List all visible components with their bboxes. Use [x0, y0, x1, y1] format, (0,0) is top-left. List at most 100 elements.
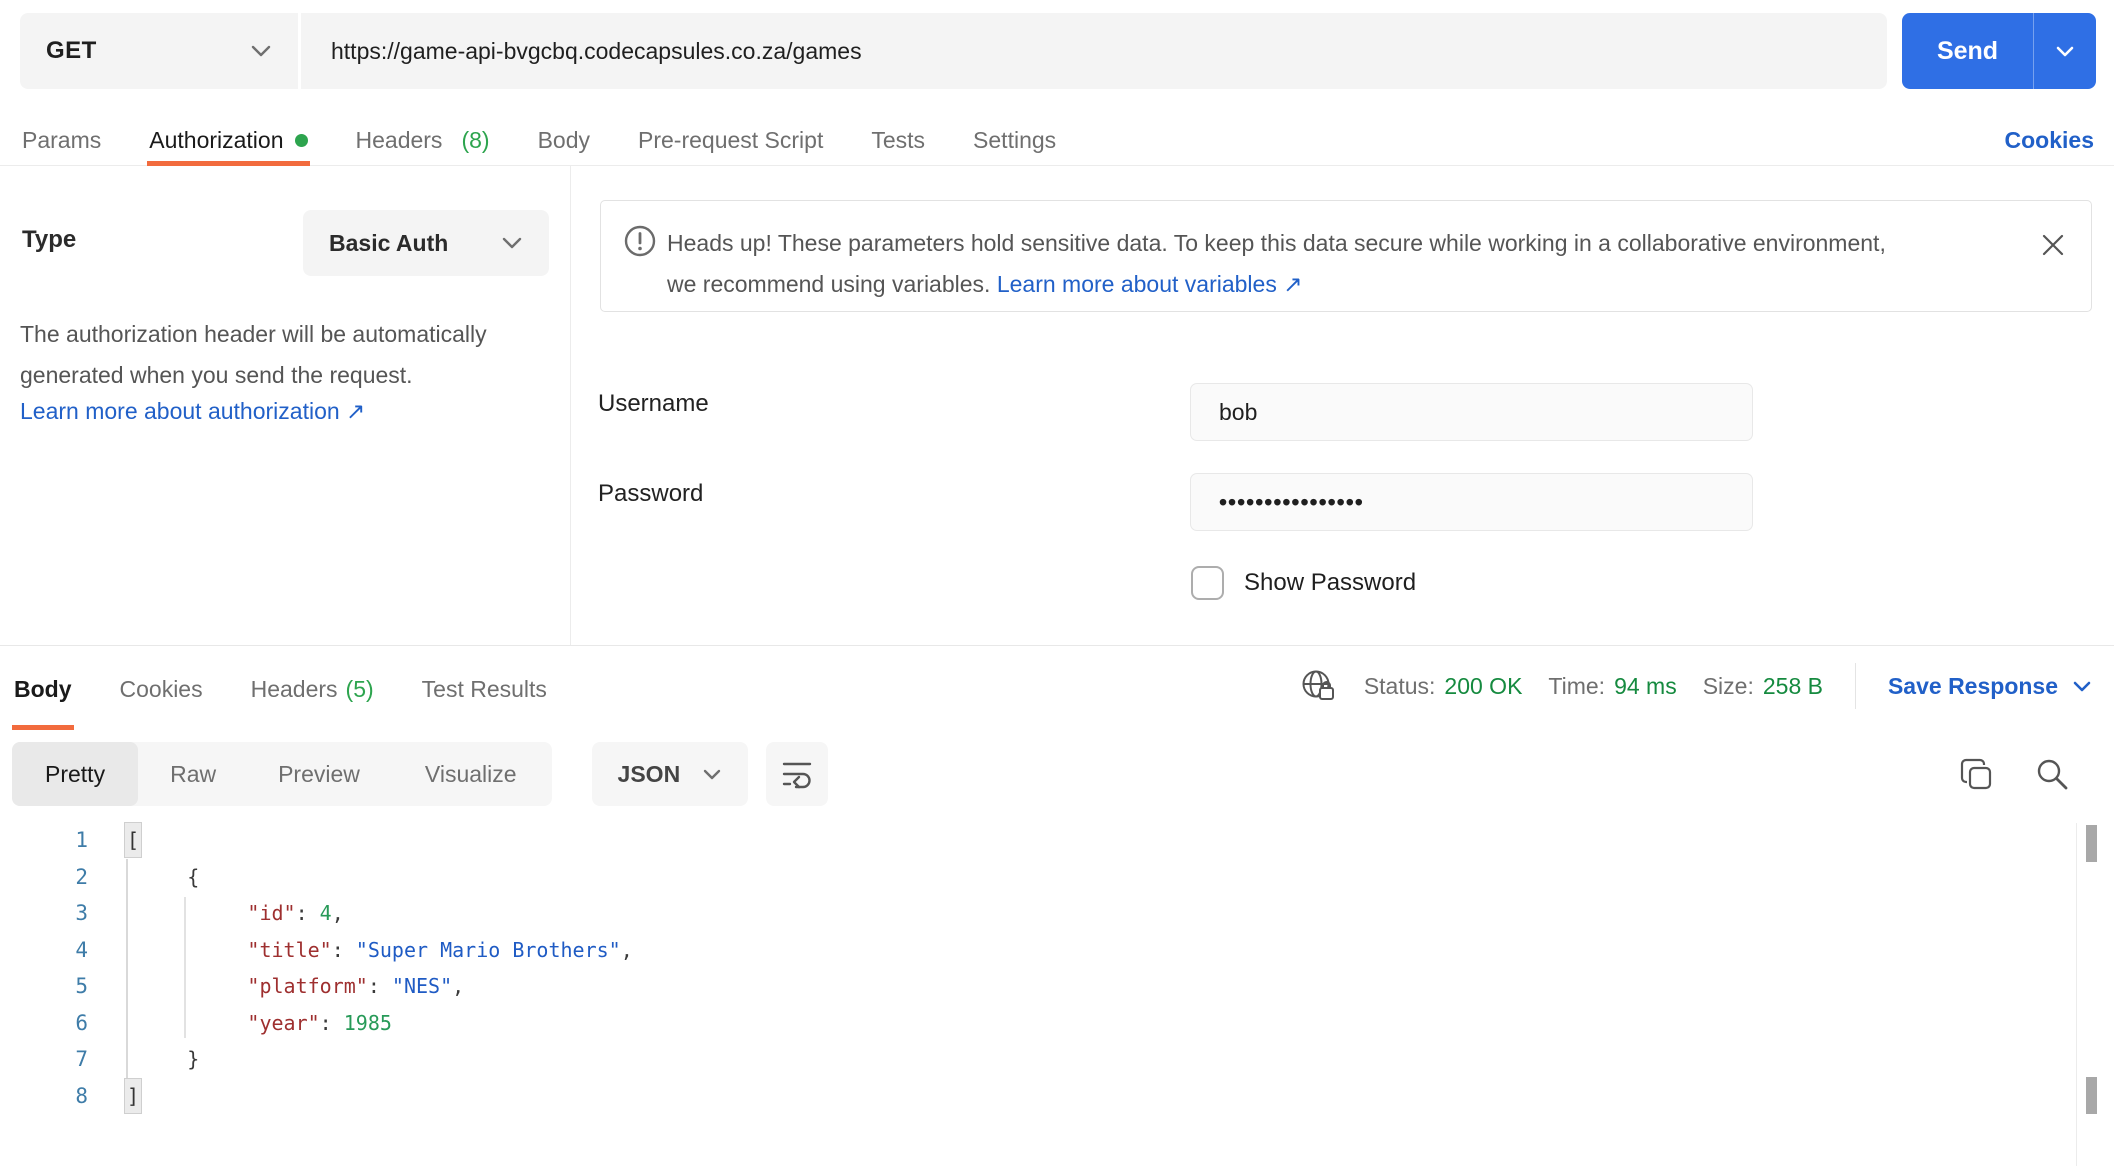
status-value: 200 OK — [1444, 672, 1523, 699]
auth-type-select[interactable]: Basic Auth — [303, 210, 549, 276]
code-line-content: "title": "Super Mario Brothers", — [127, 937, 633, 962]
send-options-button[interactable] — [2034, 13, 2096, 89]
warning-line2: we recommend using variables. — [667, 271, 997, 297]
code-line-content: "platform": "NES", — [127, 974, 465, 999]
tab-label: Authorization — [149, 126, 284, 153]
url-bar: GET https://game-api-bvgcbq.codecapsules… — [20, 13, 1887, 89]
tab-headers[interactable]: Headers (8) — [354, 115, 492, 165]
tab-body[interactable]: Body — [536, 115, 592, 165]
send-button-group: Send — [1902, 13, 2096, 89]
chevron-down-icon — [250, 44, 272, 58]
line-number: 4 — [75, 937, 88, 962]
view-mode-raw[interactable]: Raw — [138, 742, 248, 806]
tab-label: Cookies — [119, 675, 203, 702]
response-headers-count-badge: (5) — [345, 675, 374, 702]
link-label: Learn more about variables — [996, 271, 1277, 297]
learn-variables-link[interactable]: Learn more about variables ↗ — [997, 271, 1303, 297]
auth-type-panel: Type Basic Auth The authorization header… — [0, 166, 571, 645]
line-number: 2 — [75, 864, 88, 889]
format-value: JSON — [617, 760, 681, 787]
api-client-window: GET https://game-api-bvgcbq.codecapsules… — [0, 0, 2114, 1166]
send-button[interactable]: Send — [1902, 13, 2033, 89]
method-select[interactable]: GET — [20, 13, 301, 89]
size-label: Size: — [1702, 672, 1754, 699]
username-value: bob — [1219, 398, 1258, 425]
size-pair: Size: 258 B — [1703, 673, 1823, 700]
tab-label: Tests — [871, 126, 926, 153]
code-line: 6 "year": 1985 — [0, 1005, 2114, 1042]
tab-label: Headers — [250, 675, 338, 702]
search-response-button[interactable] — [2034, 754, 2070, 794]
code-line-content: ] — [123, 1077, 143, 1114]
show-password-checkbox[interactable] — [1191, 566, 1224, 600]
tab-tests[interactable]: Tests — [869, 115, 927, 165]
save-response-button[interactable]: Save Response — [1888, 673, 2092, 700]
code-line: 1[ — [0, 822, 2114, 859]
close-warning-button[interactable] — [2039, 231, 2067, 259]
text-wrap-icon — [780, 756, 814, 792]
response-view-toolbar: Pretty Raw Preview Visualize JSON — [12, 742, 2070, 806]
tab-label: Pre-request Script — [638, 126, 824, 153]
url-input[interactable]: https://game-api-bvgcbq.codecapsules.co.… — [301, 13, 1887, 89]
warning-icon — [623, 224, 657, 258]
tab-label: Settings — [973, 126, 1057, 153]
tab-label: Headers — [355, 126, 443, 153]
line-number: 5 — [75, 974, 88, 999]
code-line: 4 "title": "Super Mario Brothers", — [0, 932, 2114, 969]
response-format-select[interactable]: JSON — [591, 742, 749, 806]
auth-type-value: Basic Auth — [329, 229, 449, 256]
scrollbar-track — [2075, 823, 2077, 1166]
code-line-content: [ — [123, 822, 143, 859]
sensitive-data-warning-banner: Heads up! These parameters hold sensitiv… — [600, 200, 2092, 312]
response-tab-test-results[interactable]: Test Results — [420, 646, 549, 732]
wrap-text-button[interactable] — [766, 742, 829, 806]
response-header: Body Cookies Headers (5) Test Results St… — [0, 646, 2114, 732]
line-number: 8 — [75, 1083, 88, 1108]
code-line: 2 { — [0, 859, 2114, 896]
learn-authorization-link[interactable]: Learn more about authorization ↗ — [20, 398, 365, 425]
response-tab-cookies[interactable]: Cookies — [118, 646, 205, 732]
request-tabs: Params Authorization Headers (8) Body Pre… — [0, 115, 2114, 166]
response-tab-headers[interactable]: Headers (5) — [249, 646, 376, 732]
globe-lock-icon[interactable] — [1300, 666, 1338, 706]
code-line-content: "year": 1985 — [127, 1010, 392, 1035]
headers-count-badge: (8) — [461, 126, 490, 153]
external-link-icon: ↗ — [1283, 271, 1303, 297]
status-label: Status: — [1363, 672, 1436, 699]
response-tabs: Body Cookies Headers (5) Test Results — [12, 646, 549, 732]
response-tab-body[interactable]: Body — [12, 646, 74, 732]
password-input[interactable]: •••••••••••••••• — [1190, 473, 1753, 531]
tab-prerequest-script[interactable]: Pre-request Script — [636, 115, 825, 165]
chevron-down-icon — [2072, 680, 2092, 693]
username-input[interactable]: bob — [1190, 383, 1753, 441]
response-body-editor[interactable]: 1[2 {3 "id": 4, 4 "title": "Super Mario B… — [0, 815, 2114, 1166]
size-value: 258 B — [1762, 672, 1823, 699]
cookies-link[interactable]: Cookies — [2005, 115, 2094, 165]
green-dot-indicator — [294, 133, 308, 147]
tab-params[interactable]: Params — [20, 115, 103, 165]
external-link-icon: ↗ — [346, 398, 366, 424]
view-mode-preview[interactable]: Preview — [248, 742, 390, 806]
copy-response-button[interactable] — [1958, 754, 1994, 794]
scrollbar-thumb[interactable] — [2086, 1077, 2097, 1114]
view-mode-pretty[interactable]: Pretty — [12, 742, 139, 806]
warning-text: Heads up! These parameters hold sensitiv… — [667, 223, 2005, 305]
code-line: 3 "id": 4, — [0, 895, 2114, 932]
line-number: 1 — [75, 828, 88, 853]
close-icon — [2041, 233, 2065, 257]
save-response-label: Save Response — [1887, 672, 2058, 699]
scrollbar-thumb[interactable] — [2086, 825, 2097, 862]
line-number: 6 — [75, 1010, 88, 1035]
tab-label: Test Results — [421, 675, 547, 702]
time-label: Time: — [1548, 672, 1606, 699]
status-pair: Status: 200 OK — [1364, 673, 1523, 700]
link-label: Learn more about authorization — [20, 398, 340, 424]
view-mode-visualize[interactable]: Visualize — [390, 742, 552, 806]
code-line: 8] — [0, 1077, 2114, 1115]
chevron-down-icon — [702, 768, 722, 781]
url-value: https://game-api-bvgcbq.codecapsules.co.… — [331, 37, 862, 64]
password-label: Password — [598, 480, 704, 507]
tab-settings[interactable]: Settings — [971, 115, 1058, 165]
tab-authorization[interactable]: Authorization — [147, 115, 310, 166]
code-lines: 1[2 {3 "id": 4, 4 "title": "Super Mario B… — [0, 822, 2114, 1114]
